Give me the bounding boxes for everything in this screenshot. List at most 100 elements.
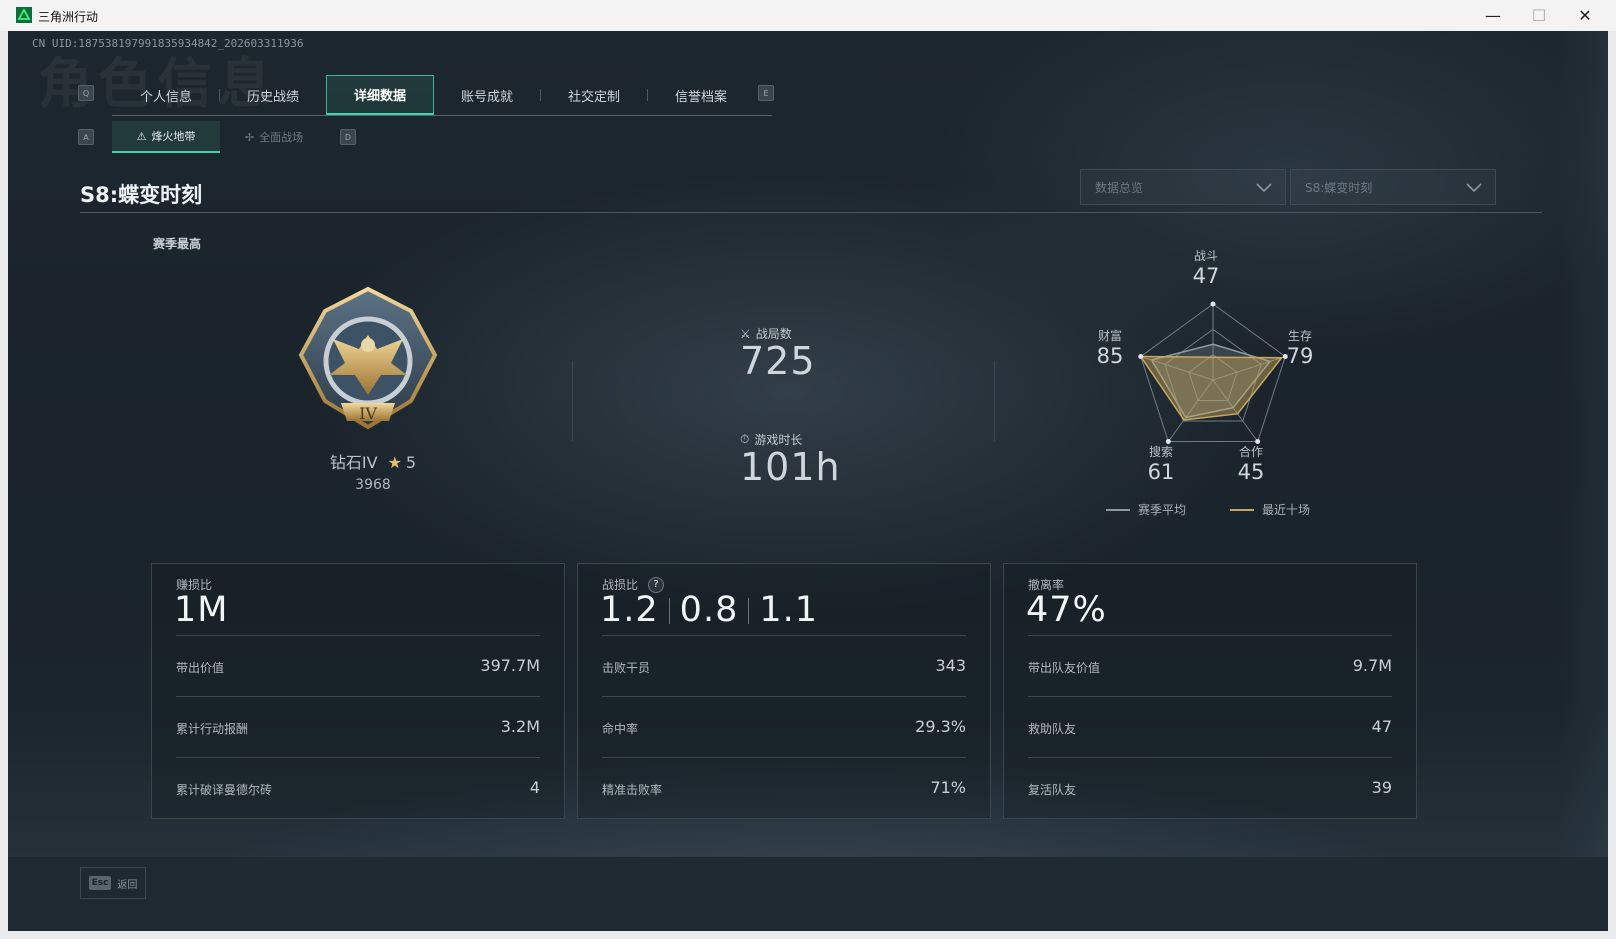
radar-axis-name: 战斗 (1193, 249, 1218, 263)
tab-next-key-hint[interactable]: E (758, 85, 774, 101)
main-tabs: 个人信息 历史战绩 详细数据 账号成就 社交定制 信誉档案 (112, 75, 772, 116)
divider (602, 696, 966, 697)
maximize-button[interactable]: ☐ (1516, 0, 1562, 31)
row-label: 累计行动报酬 (176, 722, 249, 736)
kd-value-3: 1.1 (759, 590, 819, 630)
window-titlebar: 三角洲行动 — ☐ ✕ (0, 0, 1616, 31)
divider (176, 696, 540, 697)
chevron-down-icon (1466, 183, 1482, 193)
row-value: 9.7M (1352, 656, 1392, 675)
radar-axis-value: 45 (1237, 460, 1265, 484)
radar-axis-value: 79 (1286, 344, 1314, 368)
divider (602, 757, 966, 758)
row-value: 343 (935, 656, 966, 675)
battlefield-icon: ✢ (244, 130, 255, 144)
divider (572, 361, 573, 441)
badge-numeral: IV (359, 404, 377, 423)
radar-axis-survival: 生存 79 (1278, 327, 1322, 368)
rank-score: 3968 (355, 477, 391, 493)
radar-axis-wealth: 财富 85 (1088, 327, 1132, 368)
season-dropdown[interactable]: S8:蝶变时刻 (1290, 169, 1496, 205)
row-value: 4 (529, 778, 540, 797)
card-value: 1M (174, 590, 229, 630)
app-logo-icon (16, 7, 32, 23)
subtab-battlefield[interactable]: ✢ 全面战场 (220, 121, 328, 153)
tab-personal-info[interactable]: 个人信息 (112, 75, 220, 115)
legend-recent-ten: 最近十场 (1230, 501, 1310, 518)
bottom-bar (8, 857, 1608, 931)
legend-season-average: 赛季平均 (1106, 501, 1186, 518)
window-title: 三角洲行动 (38, 10, 99, 24)
rank-stars: 5 (405, 453, 417, 472)
subtab-prev-key-hint[interactable]: A (78, 129, 94, 145)
divider (1028, 757, 1392, 758)
tab-credit-record[interactable]: 信誉档案 (647, 75, 755, 115)
card-value: 47% (1026, 590, 1107, 630)
season-title: S8:蝶变时刻 (80, 183, 203, 207)
radar-axis-combat: 战斗 47 (1184, 247, 1228, 288)
divider (748, 598, 750, 624)
subtab-label: 烽火地带 (151, 130, 196, 143)
row-label: 救助队友 (1028, 722, 1077, 736)
row-value: 47 (1371, 717, 1392, 736)
divider (994, 361, 995, 441)
radar-axis-value: 85 (1096, 344, 1124, 368)
tab-history[interactable]: 历史战绩 (219, 75, 327, 115)
game-viewport: 角色信息 CN UID:18753819799183593484​2_20260… (8, 31, 1608, 931)
legend-label: 赛季平均 (1138, 503, 1187, 517)
divider (80, 212, 1542, 213)
radar-axis-cooperation: 合作 45 (1229, 443, 1273, 484)
matches-value: 725 (740, 339, 816, 383)
row-label: 复活队友 (1028, 783, 1077, 797)
radar-axis-value: 61 (1147, 460, 1175, 484)
radar-axis-name: 合作 (1238, 445, 1263, 459)
close-button[interactable]: ✕ (1562, 0, 1608, 31)
back-label: 返回 (117, 879, 138, 891)
legend-swatch (1230, 508, 1254, 511)
playtime-value: 101h (740, 445, 841, 489)
subtab-next-key-hint[interactable]: D (340, 129, 356, 145)
subtab-label: 全面战场 (259, 131, 304, 144)
row-label: 命中率 (602, 722, 639, 736)
tab-achievements[interactable]: 账号成就 (433, 75, 541, 115)
radar-axis-name: 搜索 (1148, 445, 1173, 459)
star-icon: ★ (387, 453, 402, 472)
row-label: 精准击败率 (602, 783, 663, 797)
tab-prev-key-hint[interactable]: Q (78, 85, 94, 101)
row-value: 39 (1371, 778, 1392, 797)
tab-detailed-data[interactable]: 详细数据 (326, 75, 434, 115)
player-uid: CN UID:18753819799183593484​2_2026033119… (32, 37, 304, 50)
radar-axis-name: 财富 (1097, 329, 1122, 343)
decorative-edge (1558, 31, 1608, 931)
rank-badge-icon: IV (298, 286, 438, 430)
legend-swatch (1106, 508, 1130, 511)
esc-key-hint: Esc (88, 876, 112, 890)
overview-dropdown[interactable]: 数据总览 (1080, 169, 1286, 205)
season-best-label: 赛季最高 (153, 237, 202, 251)
flame-zone-icon: ⚠ (136, 129, 147, 143)
minimize-button[interactable]: — (1470, 0, 1516, 31)
row-label: 带出队友价值 (1028, 661, 1101, 675)
subtab-flame-zone[interactable]: ⚠ 烽火地带 (112, 121, 220, 153)
radar-axis-name: 生存 (1287, 329, 1312, 343)
chevron-down-icon (1256, 183, 1272, 193)
radar-axis-value: 47 (1192, 264, 1220, 288)
divider (1028, 635, 1392, 636)
rank-line: 钻石IV ★ 5 (308, 449, 438, 473)
kd-card: 战损比 ? 1.2 0.8 1.1 击败干员 343 命中率 29.3% 精准击败率… (577, 563, 991, 819)
divider (176, 757, 540, 758)
row-value: 71% (930, 778, 966, 797)
rank-name: 钻石IV (329, 453, 378, 472)
row-label: 带出价值 (176, 661, 225, 675)
row-value: 29.3% (915, 717, 966, 736)
kd-value-2: 0.8 (679, 590, 739, 630)
row-label: 击败干员 (602, 661, 651, 675)
back-button[interactable]: Esc 返回 (80, 867, 146, 899)
row-value: 3.2M (500, 717, 540, 736)
divider (602, 635, 966, 636)
divider (176, 635, 540, 636)
tab-social[interactable]: 社交定制 (540, 75, 648, 115)
ability-radar-chart (1138, 301, 1288, 444)
divider (668, 598, 670, 624)
legend-label: 最近十场 (1262, 503, 1311, 517)
